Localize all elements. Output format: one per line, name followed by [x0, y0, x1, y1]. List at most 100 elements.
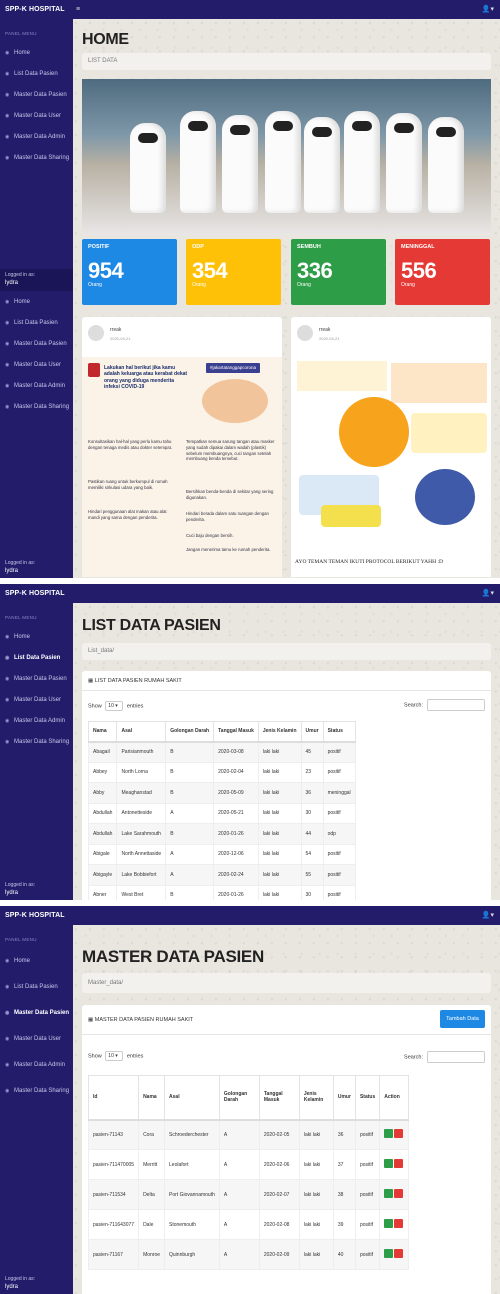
table-cell: positif	[322, 741, 356, 763]
table-cell: 40	[332, 1239, 356, 1270]
delete-icon[interactable]	[394, 1249, 404, 1258]
sidebar-item-master-data-user[interactable]: ◉ Master Data User	[0, 1026, 73, 1052]
sidebar-item-master-data-pasien[interactable]: ◉ Master Data Pasien	[0, 668, 73, 689]
stat-unit: Orang	[401, 282, 415, 288]
sidebar-item-home[interactable]: ◉ Home	[0, 948, 73, 974]
search-input[interactable]	[427, 699, 485, 711]
column-header[interactable]: Asal	[116, 721, 167, 743]
user-icon[interactable]: 👤▾	[482, 589, 494, 597]
table-cell: laki laki	[257, 741, 302, 763]
table-cell: 54	[300, 843, 324, 865]
column-header[interactable]: Umur	[300, 721, 324, 743]
shared-post[interactable]: rreak 2020-04-21 Lakukan hal berikut jik…	[82, 317, 282, 577]
sidebar-item-list-data-pasien[interactable]: ◉ List Data Pasien	[0, 312, 73, 333]
table-cell: meninggal	[322, 782, 356, 804]
database-icon: ◉	[5, 340, 10, 347]
column-header[interactable]: Tanggal Masuk	[213, 721, 259, 743]
table-cell: Abner	[87, 884, 118, 900]
sidebar-item-master-data-pasien[interactable]: ◉ Master Data Pasien	[0, 84, 73, 105]
search-input[interactable]	[427, 1051, 485, 1063]
infographic-step: Tempatkan semua sarung tangan atau maske…	[186, 439, 275, 462]
sidebar-item-master-data-pasien[interactable]: ◉ Master Data Pasien	[0, 333, 73, 354]
table-row: pasien-711534 Delta Port Giovannamouth A 202…	[87, 1179, 410, 1210]
table-row: Abigayle Lake Bobbiefort A 2020-02-24 laki l…	[87, 864, 356, 886]
sidebar-item-master-data-sharing[interactable]: ◉ Master Data Sharing	[0, 731, 73, 752]
column-header[interactable]: Id	[87, 1075, 140, 1121]
column-header[interactable]: Status	[354, 1075, 381, 1121]
edit-icon[interactable]	[384, 1159, 394, 1168]
entries-control: Show 10 ▾ entries	[88, 701, 143, 711]
table-cell: 2020-02-24	[213, 864, 259, 886]
table-cell: 44	[300, 823, 324, 845]
sidebar-item-master-data-sharing[interactable]: ◉ Master Data Sharing	[0, 147, 73, 168]
column-header[interactable]: Golongan Darah	[165, 721, 215, 743]
menu-toggle-icon[interactable]: ≡	[76, 6, 80, 13]
user-icon[interactable]: 👤▾	[482, 5, 494, 13]
sidebar: PANEL MENU ◉ Home ◉ List Data Pasien ◉ Mast…	[0, 19, 73, 578]
brand-logo[interactable]: SPP-K HOSPITAL	[0, 6, 72, 13]
edit-icon[interactable]	[384, 1219, 394, 1228]
brand-logo[interactable]: SPP-K HOSPITAL	[0, 912, 72, 919]
edit-icon[interactable]	[384, 1249, 394, 1258]
delete-icon[interactable]	[394, 1189, 404, 1198]
main-content: LIST DATA PASIEN List_data/ ▦ LIST DATA …	[73, 603, 500, 900]
column-header[interactable]: Jenis Kelamin	[257, 721, 302, 743]
sidebar-item-home[interactable]: ◉ Home	[0, 291, 73, 312]
sidebar-item-master-data-admin[interactable]: ◉ Master Data Admin	[0, 375, 73, 396]
column-header[interactable]: Nama	[138, 1075, 166, 1121]
table-cell: 39	[332, 1209, 356, 1240]
breadcrumb: LIST DATA	[82, 53, 491, 70]
sidebar-item-master-data-user[interactable]: ◉ Master Data User	[0, 105, 73, 126]
sidebar-item-list-data-pasien[interactable]: ◉ List Data Pasien	[0, 974, 73, 1000]
entries-label: entries	[126, 703, 144, 710]
delete-icon[interactable]	[394, 1159, 404, 1168]
add-data-button[interactable]: Tambah Data	[440, 1010, 485, 1028]
user-icon[interactable]: 👤▾	[482, 911, 494, 919]
table-cell: Abigayle	[87, 864, 118, 886]
search-control: Search:	[404, 699, 485, 711]
sidebar-item-label: Master Data Admin	[14, 1062, 66, 1068]
sidebar-item-label: Master Data Pasien	[14, 1010, 70, 1016]
sidebar-item-master-data-pasien[interactable]: ◉ Master Data Pasien	[0, 1000, 73, 1026]
sidebar-item-master-data-sharing[interactable]: ◉ Master Data Sharing	[0, 1078, 73, 1104]
sidebar-item-master-data-user[interactable]: ◉ Master Data User	[0, 354, 73, 375]
delete-icon[interactable]	[394, 1219, 404, 1228]
brand-logo[interactable]: SPP-K HOSPITAL	[0, 590, 72, 597]
sidebar-item-master-data-user[interactable]: ◉ Master Data User	[0, 689, 73, 710]
entries-select[interactable]: 10 ▾	[105, 701, 124, 711]
card-title: ▦ MASTER DATA PASIEN RUMAH SAKIT	[82, 1005, 491, 1035]
sidebar-item-master-data-sharing[interactable]: ◉ Master Data Sharing	[0, 396, 73, 417]
sidebar-item-home[interactable]: ◉ Home	[0, 626, 73, 647]
sidebar-item-label: Home	[14, 49, 31, 56]
edit-icon[interactable]	[384, 1189, 394, 1198]
infographic-step: Jangan menerima tamu ke rumah penderita.	[186, 547, 271, 552]
sidebar-item-master-data-admin[interactable]: ◉ Master Data Admin	[0, 1052, 73, 1078]
sidebar-item-list-data-pasien[interactable]: ◉ List Data Pasien	[0, 63, 73, 84]
sidebar-item-home[interactable]: ◉ Home	[0, 42, 73, 63]
logged-in-user: lydra	[5, 280, 19, 286]
edit-icon[interactable]	[384, 1129, 394, 1139]
column-header[interactable]: Jenis Kelamin	[298, 1075, 334, 1121]
sidebar-item-list-data-pasien[interactable]: ◉ List Data Pasien	[0, 647, 73, 668]
entries-select[interactable]: 10 ▾	[105, 1051, 124, 1061]
table-cell: positif	[354, 1239, 381, 1270]
sidebar-item-master-data-admin[interactable]: ◉ Master Data Admin	[0, 710, 73, 731]
top-navbar: SPP-K HOSPITAL 👤▾	[0, 584, 500, 603]
column-header[interactable]: Tanggal Masuk	[258, 1075, 300, 1121]
column-header[interactable]: Umur	[332, 1075, 356, 1121]
column-header[interactable]: Nama	[87, 721, 118, 743]
sidebar-item-label: Master Data Pasien	[14, 91, 67, 98]
delete-icon[interactable]	[394, 1129, 404, 1139]
sidebar-item-label: Home	[14, 633, 31, 640]
infographic-step: Bersihkan benda-benda di sekitar yang se…	[186, 489, 274, 500]
main-content: HOME LIST DATA POSITIF 954 Orang ODP 354…	[73, 19, 500, 578]
shared-post[interactable]: rreak 2020-04-21 AYO TEMAN TEMAN IKUTI P…	[291, 317, 491, 577]
column-header[interactable]: Asal	[164, 1075, 220, 1121]
sidebar-item-master-data-admin[interactable]: ◉ Master Data Admin	[0, 126, 73, 147]
column-header[interactable]: Status	[322, 721, 356, 743]
table-cell: A	[218, 1179, 260, 1210]
table-cell: positif	[322, 802, 356, 824]
sidebar-item-label: Master Data User	[14, 112, 62, 119]
column-header[interactable]: Golongan Darah	[218, 1075, 260, 1121]
patient-table: Nama Asal Golongan Darah Tanggal Masuk J…	[87, 721, 356, 900]
